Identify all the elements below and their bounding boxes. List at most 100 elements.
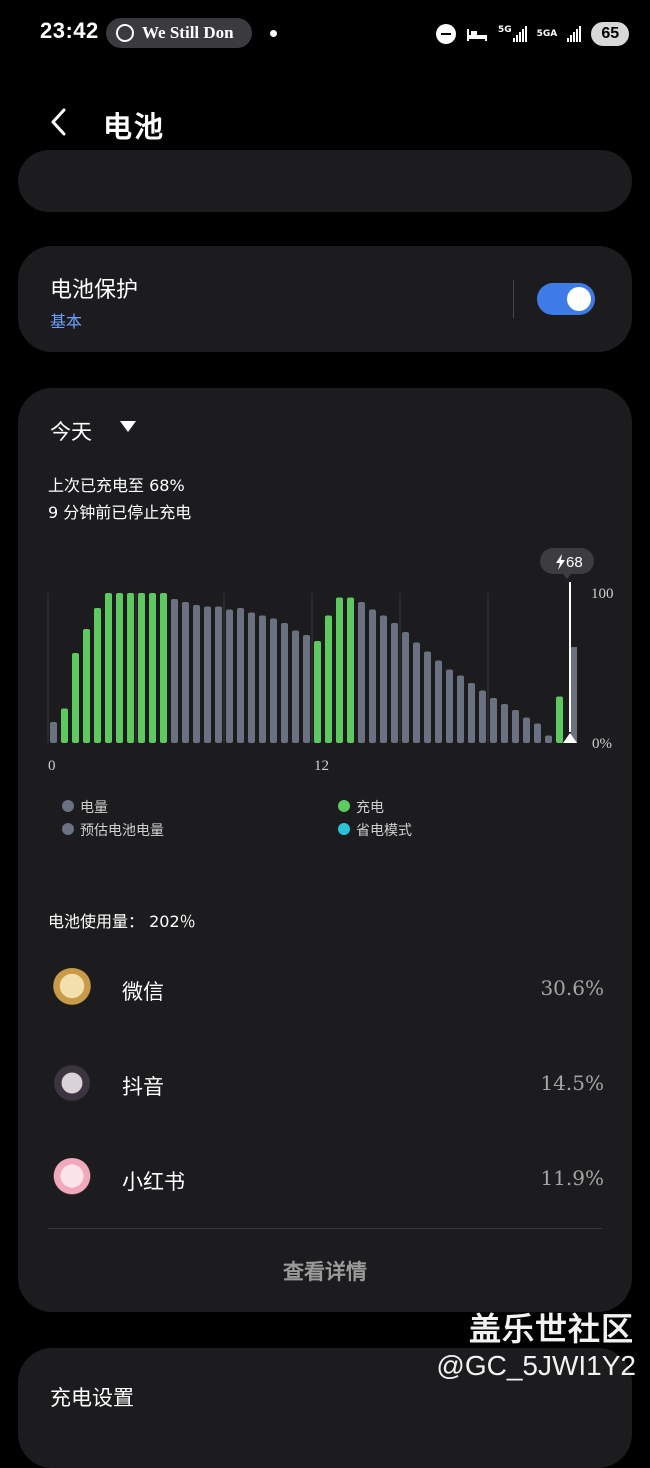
chart-bar-level (204, 606, 211, 743)
chart-bar-level (270, 618, 277, 743)
chart-bar-charging (72, 653, 79, 743)
y-axis-top: 100 (591, 586, 614, 602)
chart-bar-charging (314, 641, 321, 743)
legend-estimated-label: 预估电池电量 (80, 823, 164, 839)
legend-saver-label: 省电模式 (356, 823, 412, 839)
status-icons: 5G 5GA 65 (436, 22, 630, 46)
chart-bar-level (248, 612, 255, 743)
legend-level-swatch (62, 800, 74, 812)
wechat-avatar-icon (52, 968, 92, 1008)
net-type-2: 5GA (536, 28, 558, 39)
x-axis-label-0: 0 (48, 758, 56, 774)
chart-bar-level (226, 609, 233, 743)
chart-bar-level (182, 602, 189, 743)
chart-bar-level (50, 722, 57, 743)
battery-protection-card[interactable]: 电池保护 基本 (18, 246, 632, 352)
signal-bars-icon (567, 26, 582, 42)
legend-charging-label: 充电 (356, 800, 384, 816)
chart-bar-charging (83, 629, 90, 743)
previous-card (18, 150, 632, 212)
chart-bar-level (358, 602, 365, 743)
chart-bar-level (215, 606, 222, 743)
legend-saver-swatch (338, 823, 350, 835)
legend-level: 电量 (62, 797, 108, 817)
chart-bar-level (281, 623, 288, 743)
chart-bar-charging (160, 593, 167, 743)
chart-bar-charging (127, 593, 134, 743)
chart-bar-charging (325, 615, 332, 743)
chart-bar-charging (61, 708, 68, 743)
notification-dot-icon (270, 30, 277, 37)
legend-estimated: 预估电池电量 (62, 820, 164, 840)
charge-bubble-value: 68 (566, 554, 583, 571)
x-axis-label-12: 12 (314, 758, 329, 774)
now-line (569, 582, 571, 732)
chart-bar-level (237, 608, 244, 743)
battery-level-icon: 65 (591, 22, 630, 46)
chart-bar-charging (116, 593, 123, 743)
chart-bar-level (413, 642, 420, 743)
battery-protection-label: 电池保护 (50, 278, 139, 303)
legend-saver: 省电模式 (338, 820, 412, 840)
battery-protection-toggle[interactable] (537, 283, 595, 315)
chart-bar-level (391, 623, 398, 743)
chart-bar-level (446, 669, 453, 743)
douyin-avatar-icon (52, 1063, 92, 1103)
net-type-1: 5G (498, 25, 512, 35)
battery-usage-total: 电池使用量： 202％ (48, 912, 196, 931)
back-arrow-icon[interactable] (50, 108, 66, 136)
divider (48, 1228, 602, 1229)
battery-usage-card: 今天 上次已充电至 68% 9 分钟前已停止充电 68 100 0% 0 12 … (18, 388, 632, 1312)
legend-level-label: 电量 (80, 800, 108, 816)
chart-bar-level (545, 735, 552, 743)
chart-bar-level (490, 698, 497, 743)
charge-stopped-text: 9 分钟前已停止充电 (48, 503, 192, 522)
status-time: 23:42 (40, 18, 99, 43)
do-not-disturb-icon (436, 24, 456, 44)
last-charge-text: 上次已充电至 68% (48, 476, 185, 495)
app-row-wechat[interactable]: 微信 30.6% (48, 962, 604, 1022)
chart-bar-level (457, 675, 464, 743)
view-details-button[interactable]: 查看详情 (18, 1256, 632, 1286)
battery-protection-mode: 基本 (50, 312, 83, 331)
app-row-xiaohongshu[interactable]: 小红书 11.9% (48, 1152, 604, 1212)
y-axis-bottom: 0% (592, 736, 612, 752)
chart-bar-charging (347, 597, 354, 743)
app-row-douyin[interactable]: 抖音 14.5% (48, 1057, 604, 1117)
legend-charging: 充电 (338, 797, 384, 817)
battery-level-chart: 68 100 0% 0 12 (47, 548, 614, 774)
media-notification-pill[interactable]: We Still Don (106, 18, 252, 48)
chart-bar-level (193, 605, 200, 743)
app-name: 微信 (122, 980, 164, 1004)
app-percent: 14.5% (540, 1071, 604, 1095)
chart-bar-level (380, 615, 387, 743)
chart-bar-level (523, 717, 530, 743)
app-name: 小红书 (122, 1170, 185, 1194)
music-app-icon (116, 24, 134, 42)
chart-bar-level (534, 723, 541, 743)
app-name: 抖音 (122, 1075, 164, 1099)
chart-bar-estimated (571, 647, 577, 743)
range-dropdown[interactable]: 今天 (50, 416, 92, 446)
chart-bar-level (468, 683, 475, 743)
chart-bar-level (292, 630, 299, 743)
sleep-mode-icon (467, 29, 487, 41)
bubble-pointer (563, 574, 571, 579)
chart-bar-level (303, 635, 310, 743)
chart-bar-level (369, 609, 376, 743)
chart-bar-level (512, 710, 519, 743)
divider (513, 280, 514, 318)
watermark-handle: @GC_5JWI1Y2 (436, 1350, 636, 1381)
chart-bar-level (435, 660, 442, 743)
signal-5g-icon: 5G (498, 26, 527, 42)
page-title: 电池 (103, 110, 166, 144)
app-percent: 30.6% (540, 976, 604, 1000)
chart-bar-level (479, 690, 486, 743)
chart-bar-level (171, 599, 178, 743)
status-bar: 23:42 We Still Don 5G 5GA 65 (0, 0, 650, 66)
chart-bar-charging (556, 696, 563, 743)
xiaohongshu-avatar-icon (52, 1158, 92, 1198)
chart-bar-level (402, 632, 409, 743)
dropdown-arrow-icon[interactable] (120, 421, 136, 432)
chart-bar-charging (336, 597, 343, 743)
